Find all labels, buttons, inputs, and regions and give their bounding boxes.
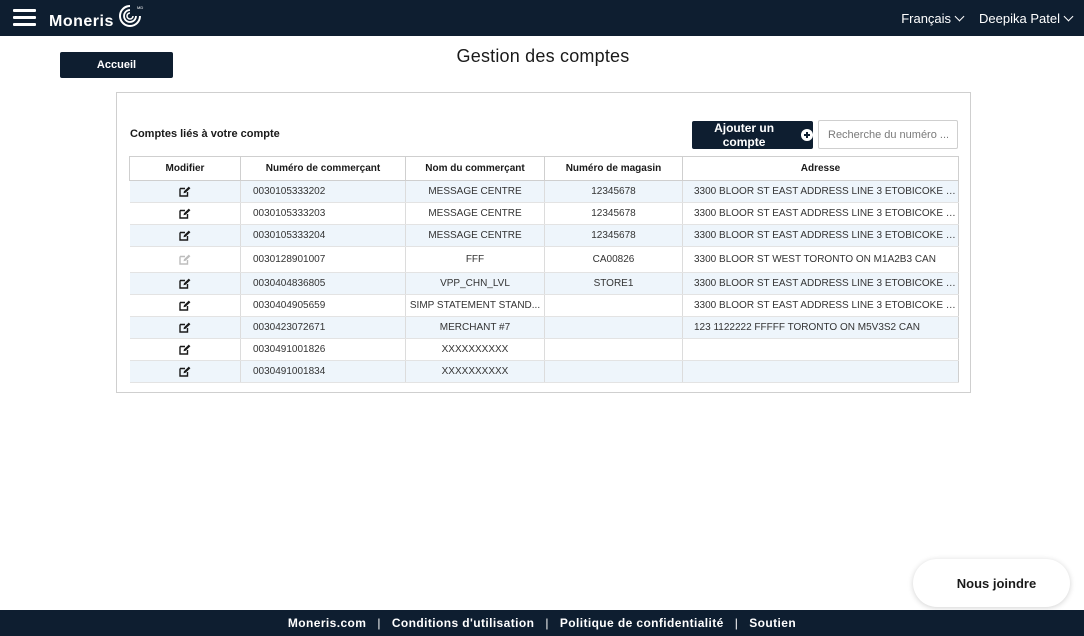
edit-icon[interactable] — [179, 344, 191, 355]
column-header-store-number: Numéro de magasin — [544, 156, 683, 181]
edit-cell — [129, 224, 241, 247]
svg-text:MD: MD — [137, 5, 143, 10]
store-number-cell: 12345678 — [544, 202, 683, 225]
edit-icon[interactable] — [179, 230, 191, 241]
footer-link-terms[interactable]: Conditions d'utilisation — [392, 616, 534, 630]
address-cell: 3300 BLOOR ST EAST ADDRESS LINE 3 ETOBIC… — [682, 202, 959, 225]
merchant-name-cell: MESSAGE CENTRE — [405, 202, 545, 225]
edit-icon[interactable] — [179, 300, 191, 311]
store-number-cell: CA00826 — [544, 246, 683, 273]
hamburger-menu-icon[interactable] — [13, 9, 36, 27]
address-cell: 3300 BLOOR ST EAST ADDRESS LINE 3 ETOBIC… — [682, 224, 959, 247]
address-cell — [682, 360, 959, 383]
table-row: 0030128901007 FFF CA00826 3300 BLOOR ST WES… — [129, 246, 959, 273]
merchant-name-cell: MESSAGE CENTRE — [405, 180, 545, 203]
table-row: 0030105333203 MESSAGE CENTRE 12345678 3300 … — [129, 202, 959, 225]
table-row: 0030491001826 XXXXXXXXXX — [129, 338, 959, 361]
edit-icon[interactable] — [179, 208, 191, 219]
table-row: 0030423072671 MERCHANT #7 123 1122222 FFFF… — [129, 316, 959, 339]
brand-name: Moneris — [49, 13, 114, 30]
merchant-number-cell: 0030491001826 — [240, 338, 406, 361]
edit-cell — [129, 180, 241, 203]
column-header-modify: Modifier — [129, 156, 241, 181]
merchant-name-cell: FFF — [405, 246, 545, 273]
edit-cell — [129, 272, 241, 295]
merchant-name-cell: MESSAGE CENTRE — [405, 224, 545, 247]
edit-cell — [129, 294, 241, 317]
edit-icon[interactable] — [179, 366, 191, 377]
edit-cell — [129, 202, 241, 225]
user-name: Deepika Patel — [979, 10, 1060, 26]
footer-separator: | — [377, 616, 381, 630]
edit-icon[interactable] — [179, 322, 191, 333]
merchant-number-cell: 0030105333202 — [240, 180, 406, 203]
add-account-label: Ajouter un compte — [714, 121, 775, 149]
footer-link-privacy[interactable]: Politique de confidentialité — [560, 616, 724, 630]
address-cell: 3300 BLOOR ST EAST ADDRESS LINE 3 ETOBIC… — [682, 180, 959, 203]
merchant-number-cell: 0030491001834 — [240, 360, 406, 383]
language-label: Français — [901, 10, 952, 26]
table-header-row: Modifier Numéro de commerçant Nom du com… — [129, 156, 959, 181]
edit-cell — [129, 246, 241, 273]
table-row: 0030105333202 MESSAGE CENTRE 12345678 3300 … — [129, 180, 959, 203]
merchant-number-cell: 0030423072671 — [240, 316, 406, 339]
column-header-merchant-number: Numéro de commerçant — [240, 156, 406, 181]
merchant-name-cell: XXXXXXXXXX — [405, 338, 545, 361]
merchant-number-cell: 0030404836805 — [240, 272, 406, 295]
merchant-number-cell: 0030105333204 — [240, 224, 406, 247]
footer-separator: | — [545, 616, 549, 630]
address-cell — [682, 338, 959, 361]
page-title: Gestion des comptes — [456, 46, 630, 66]
store-number-cell: STORE1 — [544, 272, 683, 295]
footer-separator: | — [734, 616, 739, 630]
merchant-number-cell: 0030404905659 — [240, 294, 406, 317]
edit-cell — [129, 316, 241, 339]
contact-us-button[interactable]: Nous joindre — [913, 559, 1070, 607]
edit-icon[interactable] — [179, 278, 191, 289]
user-menu[interactable]: Deepika Patel — [979, 10, 1074, 26]
store-number-cell: 12345678 — [544, 180, 683, 203]
moneris-logo[interactable]: Moneris MD — [49, 3, 144, 33]
address-cell: 123 1122222 FFFFF TORONTO ON M5V3S2 CAN — [682, 316, 959, 339]
merchant-name-cell: XXXXXXXXXX — [405, 360, 545, 383]
store-number-cell — [544, 360, 683, 383]
store-number-cell: 12345678 — [544, 224, 683, 247]
panel-label: Comptes liés à votre compte — [130, 128, 280, 140]
accounts-table: Modifier Numéro de commerçant Nom du com… — [129, 156, 959, 383]
footer: Moneris.com | Conditions d'utilisation |… — [0, 610, 1084, 636]
edit-cell — [129, 360, 241, 383]
chevron-down-icon — [1063, 11, 1074, 21]
store-number-cell — [544, 294, 683, 317]
merchant-name-cell: VPP_CHN_LVL — [405, 272, 545, 295]
footer-link-support[interactable]: Soutien — [749, 616, 796, 630]
language-dropdown[interactable]: Français — [901, 10, 965, 26]
column-header-address: Adresse — [682, 156, 959, 181]
plus-circle-icon — [801, 129, 813, 141]
accounts-panel: Comptes liés à votre compte Ajouter un c… — [116, 92, 971, 393]
search-input[interactable] — [818, 120, 958, 149]
table-row: 0030491001834 XXXXXXXXXX — [129, 360, 959, 383]
address-cell: 3300 BLOOR ST EAST ADDRESS LINE 3 ETOBIC… — [682, 294, 959, 317]
table-row: 0030404836805 VPP_CHN_LVL STORE1 3300 BLOOR… — [129, 272, 959, 295]
store-number-cell — [544, 316, 683, 339]
merchant-name-cell: MERCHANT #7 — [405, 316, 545, 339]
column-header-merchant-name: Nom du commerçant — [405, 156, 545, 181]
merchant-number-cell: 0030105333203 — [240, 202, 406, 225]
add-account-button[interactable]: Ajouter un compte — [692, 121, 813, 149]
footer-link-moneris[interactable]: Moneris.com — [288, 616, 366, 630]
edit-icon — [179, 254, 191, 265]
address-cell: 3300 BLOOR ST EAST ADDRESS LINE 3 ETOBIC… — [682, 272, 959, 295]
moneris-swirl-icon: MD — [118, 5, 143, 27]
table-row: 0030105333204 MESSAGE CENTRE 12345678 3300 … — [129, 224, 959, 247]
merchant-name-cell: SIMP STATEMENT STAND... — [405, 294, 545, 317]
chevron-down-icon — [954, 11, 965, 21]
edit-cell — [129, 338, 241, 361]
address-cell: 3300 BLOOR ST WEST TORONTO ON M1A2B3 CAN — [682, 246, 959, 273]
store-number-cell — [544, 338, 683, 361]
table-row: 0030404905659 SIMP STATEMENT STAND... 3300… — [129, 294, 959, 317]
top-bar: Moneris MD Français Deepika Patel — [0, 0, 1084, 36]
merchant-number-cell: 0030128901007 — [240, 246, 406, 273]
edit-icon[interactable] — [179, 186, 191, 197]
